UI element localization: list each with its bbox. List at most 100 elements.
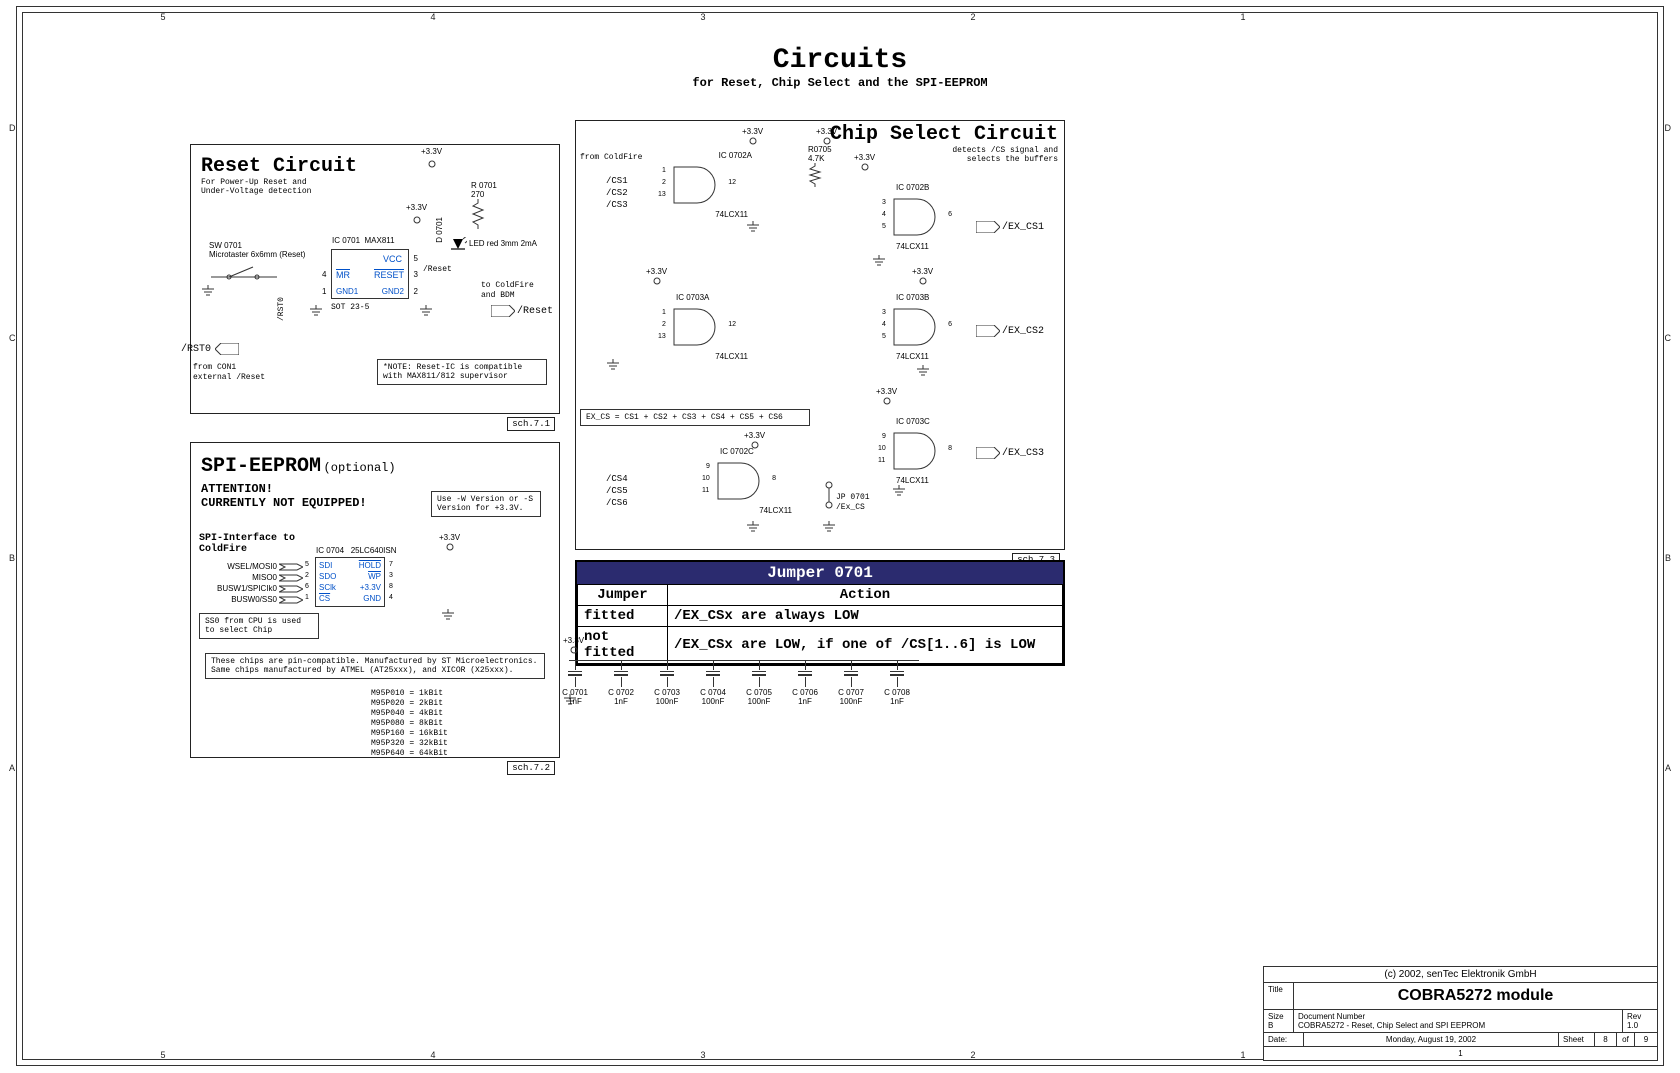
action-col-hdr: Action <box>668 585 1063 606</box>
footer-one: 1 <box>1264 1047 1657 1060</box>
ic-eeprom: IC 0704 25LC640ISN SDI SDO SClk CS HOLD … <box>315 557 385 607</box>
chipsel-heading: Chip Select Circuit <box>830 123 1058 146</box>
and-gate: 9 10 11 8 IC 0703C 74LCX11 <box>892 431 942 471</box>
page-title: Circuits <box>692 45 987 76</box>
jumper-cell: fitted <box>578 606 668 627</box>
vcc-label: +3.3V <box>439 533 460 554</box>
led-icon <box>449 237 467 261</box>
row-tick: C <box>9 333 16 343</box>
capacitor: C 07011nF <box>555 658 595 706</box>
vcc-label: +3.3V <box>563 636 584 657</box>
capacitor: C 07061nF <box>785 658 825 706</box>
col-tick: 4 <box>423 1050 443 1060</box>
cap-bank: +3.3V C 07011nF C 07021nF C 0703100nF C … <box>575 640 945 750</box>
page-title-block: Circuits for Reset, Chip Select and the … <box>692 45 987 90</box>
gnd-icon <box>606 359 620 373</box>
row-tick: D <box>9 123 16 133</box>
net-excs2: /EX_CS2 <box>976 325 1044 337</box>
size-val: B <box>1268 1021 1273 1030</box>
gnd-icon <box>441 609 455 623</box>
and-gate: 1 2 13 12 IC 0702A 74LCX11 <box>672 165 722 205</box>
net-excs3: /EX_CS3 <box>976 447 1044 459</box>
chipselect-box: Chip Select Circuit detects /CS signal a… <box>575 120 1065 550</box>
eqn-note: EX_CS = CS1 + CS2 + CS3 + CS4 + CS5 + CS… <box>580 409 810 426</box>
title-lbl: Title <box>1264 983 1294 1009</box>
ic-max811: IC 0701 MAX811 VCC MR RESET GND1 GND2 5 … <box>331 249 409 299</box>
col-tick: 5 <box>153 12 173 22</box>
out-note2: and BDM <box>481 291 515 300</box>
schematic-tag: sch.7.1 <box>507 417 555 431</box>
capacitor: C 0704100nF <box>693 658 733 706</box>
gnd-icon <box>419 305 433 319</box>
jumper-jp0701 <box>824 481 834 511</box>
row-tick: D <box>1665 123 1672 133</box>
jumper-col-hdr: Jumper <box>578 585 668 606</box>
vcc-label: +3.3V <box>646 267 667 288</box>
col-tick: 2 <box>963 12 983 22</box>
ic-package: SOT 23-5 <box>331 303 369 312</box>
row-tick: A <box>1665 763 1671 773</box>
docnum-lbl: Document Number <box>1298 1012 1365 1021</box>
gnd-icon <box>201 285 215 299</box>
switch-block: SW 0701 Microtaster 6x6mm (Reset) <box>209 241 305 283</box>
date-val: Monday, August 19, 2002 <box>1304 1033 1559 1046</box>
page-subtitle: for Reset, Chip Select and the SPI-EEPRO… <box>692 76 987 90</box>
col-tick: 4 <box>423 12 443 22</box>
vcc-label: +3.3V <box>876 387 897 408</box>
row-tick: B <box>1665 553 1671 563</box>
vcc-label: +3.3V <box>854 153 875 174</box>
jp-ref: JP 0701 <box>836 493 870 502</box>
net-reset-out: /Reset <box>491 305 553 317</box>
capacitor: C 0705100nF <box>739 658 779 706</box>
gnd-icon <box>916 365 930 379</box>
eeprom-parts-list: M95P010 = 1kBit M95P020 = 2kBit M95P040 … <box>371 689 448 759</box>
col-tick: 5 <box>153 1050 173 1060</box>
gnd-icon <box>746 221 760 235</box>
eeprom-box: SPI-EEPROM (optional) ATTENTION! CURRENT… <box>190 442 560 758</box>
title-block: (c) 2002, senTec Elektronik GmbH Title C… <box>1263 966 1658 1061</box>
net-reset-in: /Reset <box>423 265 452 274</box>
copyright: (c) 2002, senTec Elektronik GmbH <box>1264 967 1657 982</box>
resistor-r0705: R0705 4.7K <box>808 145 832 189</box>
sheet-lbl: Sheet <box>1559 1033 1595 1046</box>
iface-lbl1: SPI-Interface to <box>199 533 295 544</box>
capacitor: C 0703100nF <box>647 658 687 706</box>
vcc-label: +3.3V <box>744 431 765 452</box>
action-cell: /EX_CSx are always LOW <box>668 606 1063 627</box>
out-note1: to ColdFire <box>481 281 534 290</box>
board-title: COBRA5272 module <box>1294 983 1657 1009</box>
gnd-icon <box>872 255 886 269</box>
vcc-label: +3.3V <box>406 203 427 212</box>
docnum-val: COBRA5272 - Reset, Chip Select and SPI E… <box>1298 1021 1485 1030</box>
capacitor: C 0707100nF <box>831 658 871 706</box>
rev-val: 1.0 <box>1627 1021 1638 1030</box>
sheet-n: 8 <box>1595 1033 1617 1046</box>
eeprom-optional: (optional) <box>324 461 396 475</box>
capacitor: C 07081nF <box>877 658 917 706</box>
compat-note: *NOTE: Reset-IC is compatible with MAX81… <box>377 359 547 385</box>
led-desc: LED red 3mm 2mA <box>469 239 537 248</box>
row-tick: C <box>1665 333 1672 343</box>
resistor-r0701: R 0701 270 <box>471 181 497 231</box>
gnd-icon <box>892 485 906 499</box>
cs-nets-a: /CS1 /CS2 /CS3 <box>606 175 628 211</box>
capacitor: C 07021nF <box>601 658 641 706</box>
eeprom-pinno-left: 5 2 6 1 <box>305 559 309 603</box>
and-gate: 1 2 13 12 IC 0703A 74LCX11 <box>672 307 722 347</box>
and-gate: 3 4 5 6 IC 0702B 74LCX11 <box>892 197 942 237</box>
schematic-tag: sch.7.2 <box>507 761 555 775</box>
from-coldfire: from ColdFire <box>580 153 642 162</box>
rst0-src2: external /Reset <box>193 373 265 382</box>
reset-heading: Reset Circuit <box>201 155 549 178</box>
date-lbl: Date: <box>1264 1033 1304 1046</box>
eeprom-pinno-right: 7 3 8 4 <box>389 559 393 603</box>
col-tick: 3 <box>693 12 713 22</box>
vcc-label: +3.3V <box>421 147 442 156</box>
sheet-tot: 9 <box>1635 1033 1657 1046</box>
gnd-icon <box>309 305 323 319</box>
rst0-src1: from CON1 <box>193 363 236 372</box>
diode-ref: D 0701 <box>435 217 444 243</box>
reset-circuit-box: Reset Circuit For Power-Up Reset and Und… <box>190 144 560 414</box>
jumper-table-title: Jumper 0701 <box>577 562 1063 584</box>
size-lbl: Size <box>1268 1012 1284 1021</box>
